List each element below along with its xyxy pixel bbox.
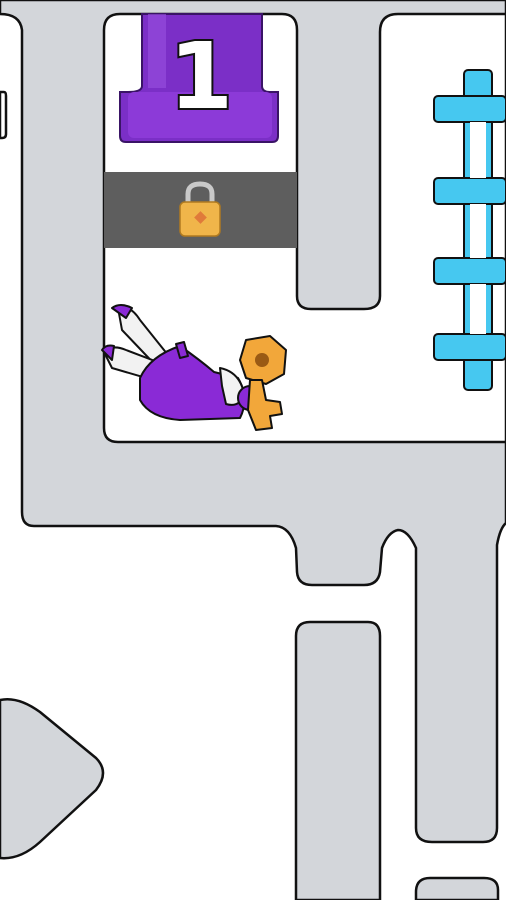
left-edge-white — [0, 90, 8, 140]
lock-gate[interactable] — [104, 172, 297, 248]
left-arrow-block — [0, 698, 105, 860]
maze-svg: 1 — [0, 0, 506, 900]
level-number: 1 — [169, 23, 233, 130]
lower-pillar-wall — [294, 620, 382, 900]
level-pillar: 1 — [119, 13, 279, 143]
game-board: 1 — [0, 0, 506, 900]
bottom-right-block — [414, 876, 500, 900]
